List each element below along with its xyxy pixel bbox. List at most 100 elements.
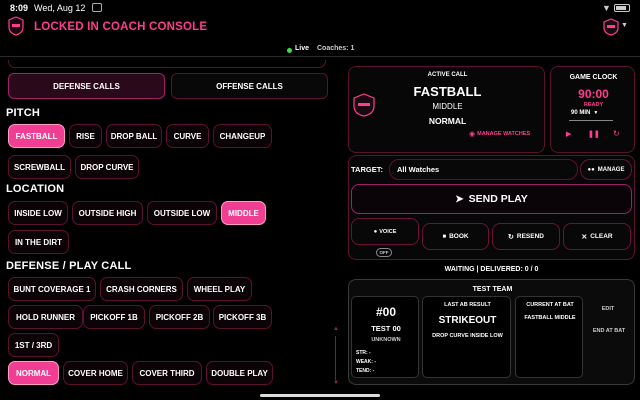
pitch-section-label: PITCH <box>6 107 40 119</box>
game-clock-label: GAME CLOCK <box>569 74 618 81</box>
clear-label: CLEAR <box>590 233 613 240</box>
active-call-label: ACTIVE CALL <box>427 72 468 78</box>
pitch-option-curve[interactable]: CURVE <box>166 124 209 148</box>
manage-watches-label: MANAGE WATCHES <box>477 131 531 137</box>
play-option-cover-third[interactable]: COVER THIRD <box>132 361 202 385</box>
delivery-status: WAITING | DELIVERED: 0 / 0 <box>444 266 539 273</box>
play-icon[interactable]: ▶ <box>566 130 571 138</box>
play-option-double-play[interactable]: DOUBLE PLAY <box>206 361 273 385</box>
target-select[interactable]: All Watches <box>389 159 578 180</box>
player-card: #00 TEST 00 UNKNOWN STR: - WEAK: - TEND:… <box>351 296 419 378</box>
scroll-edge <box>8 60 326 68</box>
status-bar: 8:09 Wed, Aug 12 ▼ <box>0 0 640 16</box>
resend-icon: ↻ <box>508 233 514 241</box>
location-option-middle[interactable]: MIDDLE <box>221 201 266 225</box>
player-strength: STR: - <box>356 350 371 356</box>
last-ab-detail: DROP CURVE INSIDE LOW <box>432 333 503 339</box>
end-at-bat-button[interactable]: END AT BAT <box>587 322 631 340</box>
duration-value: 90 MIN <box>571 110 591 116</box>
play-option-pickoff-3b[interactable]: PICKOFF 3B <box>213 305 272 329</box>
defense-play-section-label: DEFENSE / PLAY CALL <box>6 260 132 272</box>
scroll-indicator[interactable]: ▲ ▼ <box>333 326 339 390</box>
active-call-play: NORMAL <box>428 116 467 126</box>
game-clock-panel: GAME CLOCK 90:00 READY 90 MIN ▼ ▶ ❚❚ ↻ <box>550 66 635 153</box>
voice-label: VOICE <box>379 228 397 235</box>
live-dot-icon <box>287 48 292 53</box>
play-option-1st-3rd[interactable]: 1ST / 3RD <box>8 333 59 357</box>
pitch-option-screwball[interactable]: SCREWBALL <box>8 155 71 179</box>
play-option-crash-corners[interactable]: CRASH CORNERS <box>100 277 183 301</box>
duration-select[interactable]: 90 MIN ▼ <box>571 110 598 116</box>
manage-label: MANAGE <box>597 166 625 173</box>
battery-icon <box>614 4 630 12</box>
app-title: LOCKED IN COACH CONSOLE <box>34 21 208 33</box>
player-weakness: WEAK: - <box>356 359 376 365</box>
active-call-location: MIDDLE <box>432 102 463 111</box>
connection-status: Live Coaches: 1 <box>0 43 640 57</box>
tab-offense-calls[interactable]: OFFENSE CALLS <box>171 73 328 99</box>
pitch-option-rise[interactable]: RISE <box>69 124 102 148</box>
active-call-panel: ACTIVE CALL FASTBALL MIDDLE NORMAL ◉ MAN… <box>348 66 545 153</box>
pitch-option-changeup[interactable]: CHANGEUP <box>213 124 272 148</box>
player-number: #00 <box>375 305 397 319</box>
player-tendency: TEND: - <box>356 368 375 374</box>
book-icon: ■ <box>442 233 447 240</box>
play-option-hold-runner[interactable]: HOLD RUNNER <box>8 305 83 329</box>
manage-watches-link[interactable]: ◉ MANAGE WATCHES <box>469 130 530 138</box>
last-ab-card: LAST AB RESULT STRIKEOUT DROP CURVE INSI… <box>422 296 511 378</box>
mic-icon: ● <box>373 228 378 235</box>
edit-button[interactable]: EDIT <box>587 300 629 318</box>
play-option-cover-home[interactable]: COVER HOME <box>63 361 128 385</box>
play-option-bunt-coverage-1[interactable]: BUNT COVERAGE 1 <box>8 277 96 301</box>
tab-defense-label: DEFENSE CALLS <box>53 81 120 91</box>
pitch-option-drop-ball[interactable]: DROP BALL <box>106 124 162 148</box>
voice-toggle[interactable]: OFF <box>376 248 392 257</box>
home-indicator[interactable] <box>260 394 380 397</box>
player-name: TEST 00 <box>371 324 401 333</box>
resend-button[interactable]: ↻ RESEND <box>492 223 560 250</box>
team-logo-icon[interactable] <box>603 18 619 36</box>
pitch-option-fastball[interactable]: FASTBALL <box>8 124 65 148</box>
send-icon: ➤ <box>455 193 464 205</box>
users-icon: ●● <box>587 166 595 173</box>
location-option-outside-high[interactable]: OUTSIDE HIGH <box>72 201 143 225</box>
play-option-pickoff-2b[interactable]: PICKOFF 2B <box>149 305 210 329</box>
live-label: Live <box>295 45 310 52</box>
voice-toggle-label: OFF <box>379 250 389 255</box>
tab-defense-calls[interactable]: DEFENSE CALLS <box>8 73 165 99</box>
end-at-bat-label: END AT BAT <box>592 328 626 334</box>
eye-icon: ◉ <box>469 131 476 138</box>
game-clock-status: READY <box>583 102 604 108</box>
book-button[interactable]: ■ BOOK <box>422 223 489 250</box>
last-ab-label: LAST AB RESULT <box>444 302 491 308</box>
status-app-icon <box>92 3 102 12</box>
location-section-label: LOCATION <box>6 183 65 195</box>
send-play-label: SEND PLAY <box>468 193 528 205</box>
close-icon: ✕ <box>581 233 588 241</box>
location-option-inside-low[interactable]: INSIDE LOW <box>8 201 68 225</box>
resend-label: RESEND <box>516 233 544 240</box>
shield-logo-icon <box>8 16 24 36</box>
current-ab-label: CURRENT AT BAT <box>526 302 574 308</box>
current-ab-detail: FASTBALL MIDDLE <box>524 315 576 321</box>
last-ab-result: STRIKEOUT <box>438 315 497 326</box>
pitch-option-drop-curve[interactable]: DROP CURVE <box>75 155 139 179</box>
location-option-in-the-dirt[interactable]: IN THE DIRT <box>8 230 69 254</box>
chevron-down-icon: ▼ <box>593 110 599 116</box>
reset-icon[interactable]: ↻ <box>613 129 620 138</box>
duration-underline <box>569 120 613 121</box>
play-option-pickoff-1b[interactable]: PICKOFF 1B <box>83 305 145 329</box>
manage-targets-button[interactable]: ●● MANAGE <box>580 159 632 180</box>
test-team-label: TEST TEAM <box>472 286 513 293</box>
play-option-normal[interactable]: NORMAL <box>8 361 59 385</box>
pause-icon[interactable]: ❚❚ <box>588 130 600 138</box>
chevron-down-icon[interactable]: ▼ <box>621 22 628 29</box>
status-time: 8:09 <box>10 3 29 13</box>
play-option-wheel-play[interactable]: WHEEL PLAY <box>187 277 252 301</box>
target-label: TARGET: <box>351 165 383 174</box>
clear-button[interactable]: ✕ CLEAR <box>563 223 631 250</box>
voice-button[interactable]: ● VOICE <box>351 218 419 245</box>
player-position: UNKNOWN <box>371 337 401 343</box>
location-option-outside-low[interactable]: OUTSIDE LOW <box>147 201 217 225</box>
send-play-button[interactable]: ➤ SEND PLAY <box>351 184 632 214</box>
